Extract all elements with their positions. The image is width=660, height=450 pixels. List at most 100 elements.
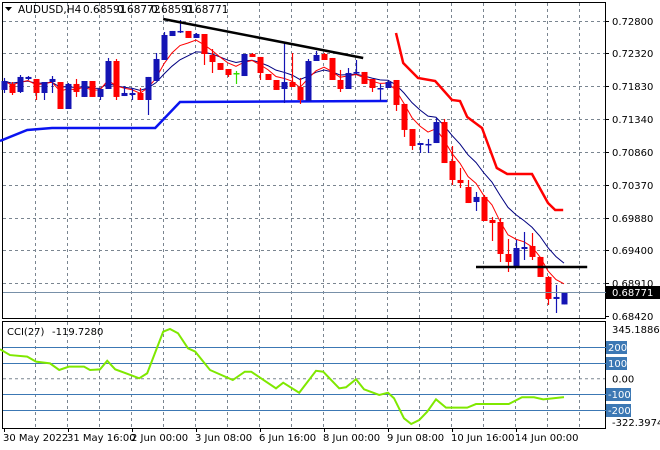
bearish-candle[interactable] <box>201 33 208 54</box>
bearish-candle[interactable] <box>441 122 448 164</box>
bearish-candle[interactable] <box>361 71 368 84</box>
price-tick-label: 0.68420 <box>612 312 653 323</box>
bearish-candle[interactable] <box>249 53 256 57</box>
bullish-candle[interactable] <box>385 82 392 89</box>
bearish-candle[interactable] <box>369 78 376 89</box>
cci-level-label: 200 <box>608 343 627 354</box>
bullish-candle[interactable] <box>25 76 32 79</box>
bearish-candle[interactable] <box>89 81 96 97</box>
bullish-candle[interactable] <box>97 89 104 97</box>
bearish-candle[interactable] <box>113 61 120 97</box>
cci-max-label: 345.1886 <box>612 325 660 336</box>
bullish-candle[interactable] <box>233 72 240 75</box>
time-label: 9 Jun 08:00 <box>387 433 444 444</box>
bullish-candle[interactable] <box>169 30 176 37</box>
bullish-candle[interactable] <box>377 88 384 90</box>
bullish-candle[interactable] <box>353 71 360 74</box>
bullish-candle[interactable] <box>281 82 288 90</box>
price-tick-label: 0.69880 <box>612 214 653 225</box>
bullish-candle[interactable] <box>17 76 24 92</box>
bullish-candle[interactable] <box>417 143 424 145</box>
cci-level-label: -200 <box>608 406 631 417</box>
bullish-candle[interactable] <box>49 78 56 83</box>
price-tick-label: 0.72800 <box>612 17 653 28</box>
bullish-candle[interactable] <box>177 30 184 33</box>
bearish-candle[interactable] <box>73 83 80 92</box>
bullish-candle[interactable] <box>1 81 8 90</box>
bearish-candle[interactable] <box>401 103 408 130</box>
bearish-candle[interactable] <box>297 86 304 100</box>
cci-min-label: -322.3974 <box>612 418 660 429</box>
bearish-candle[interactable] <box>337 79 344 90</box>
bearish-candle[interactable] <box>257 56 264 73</box>
bearish-candle[interactable] <box>33 78 40 93</box>
time-label: 2 Jun 00:00 <box>131 433 188 444</box>
bullish-candle[interactable] <box>425 143 432 146</box>
cci-value: -119.7280 <box>52 327 103 338</box>
bearish-candle[interactable] <box>497 222 504 254</box>
bearish-candle[interactable] <box>209 55 216 63</box>
price-tick-label: 0.71830 <box>612 82 653 93</box>
bearish-candle[interactable] <box>529 245 536 257</box>
bullish-candle[interactable] <box>153 58 160 81</box>
price-tick-label: 0.72320 <box>612 49 653 60</box>
bullish-candle[interactable] <box>41 82 48 93</box>
bearish-candle[interactable] <box>217 63 224 70</box>
time-label: 6 Jun 16:00 <box>259 433 316 444</box>
bullish-candle[interactable] <box>521 246 528 250</box>
time-label: 10 Jun 16:00 <box>451 433 515 444</box>
bearish-candle[interactable] <box>137 92 144 100</box>
bullish-candle[interactable] <box>81 81 88 97</box>
bullish-candle[interactable] <box>305 61 312 101</box>
price-tick-label: 0.70860 <box>612 148 653 159</box>
bearish-candle[interactable] <box>393 79 400 105</box>
price-tick-label: 0.70370 <box>612 181 653 192</box>
bullish-candle[interactable] <box>129 92 136 96</box>
bearish-candle[interactable] <box>265 73 272 80</box>
bullish-candle[interactable] <box>553 296 560 299</box>
bullish-candle[interactable] <box>161 35 168 60</box>
bullish-candle[interactable] <box>193 33 200 38</box>
bearish-candle[interactable] <box>545 276 552 299</box>
bullish-candle[interactable] <box>313 55 320 61</box>
bullish-candle[interactable] <box>513 248 520 266</box>
bearish-candle[interactable] <box>273 79 280 90</box>
bullish-candle[interactable] <box>473 196 480 203</box>
bearish-candle[interactable] <box>481 196 488 221</box>
bullish-candle[interactable] <box>561 292 568 305</box>
cci-level-label: -100 <box>608 390 631 401</box>
time-label: 31 May 16:00 <box>67 433 136 444</box>
cci-level-label: 100 <box>608 359 627 370</box>
bullish-candle[interactable] <box>345 72 352 90</box>
bearish-candle[interactable] <box>465 186 472 204</box>
bullish-candle[interactable] <box>241 53 248 77</box>
time-label: 3 Jun 08:00 <box>195 433 252 444</box>
bearish-candle[interactable] <box>505 253 512 263</box>
bearish-candle[interactable] <box>57 82 64 110</box>
bullish-candle[interactable] <box>121 92 128 97</box>
bullish-candle[interactable] <box>433 122 440 144</box>
cci-title: CCI(27) <box>7 327 45 338</box>
bearish-candle[interactable] <box>329 57 336 80</box>
bearish-candle[interactable] <box>321 53 328 60</box>
price-tick-label: 0.71340 <box>612 115 653 126</box>
bearish-candle[interactable] <box>9 83 16 93</box>
price-tick-label: 0.69400 <box>612 246 653 257</box>
cci-zero-label: 0.00 <box>612 374 634 385</box>
current-price-label: 0.68771 <box>612 288 653 299</box>
bullish-candle[interactable] <box>65 83 72 110</box>
bearish-candle[interactable] <box>409 129 416 146</box>
time-label: 14 Jun 00:00 <box>515 433 579 444</box>
price-chart[interactable]: 0.72800 0.72320 0.71830 0.71340 0.70860 0.703… <box>0 0 660 450</box>
bearish-candle[interactable] <box>289 82 296 87</box>
bullish-candle[interactable] <box>105 61 112 90</box>
time-label: 30 May 2022 <box>3 433 68 444</box>
bearish-candle[interactable] <box>185 30 192 38</box>
chart-window: 0.72800 0.72320 0.71830 0.71340 0.70860 0.703… <box>0 0 660 450</box>
time-label: 8 Jun 00:00 <box>323 433 380 444</box>
bearish-candle[interactable] <box>457 179 464 184</box>
bullish-candle[interactable] <box>145 76 152 100</box>
bearish-candle[interactable] <box>489 219 496 224</box>
bearish-candle[interactable] <box>225 69 232 76</box>
bearish-candle[interactable] <box>449 161 456 180</box>
